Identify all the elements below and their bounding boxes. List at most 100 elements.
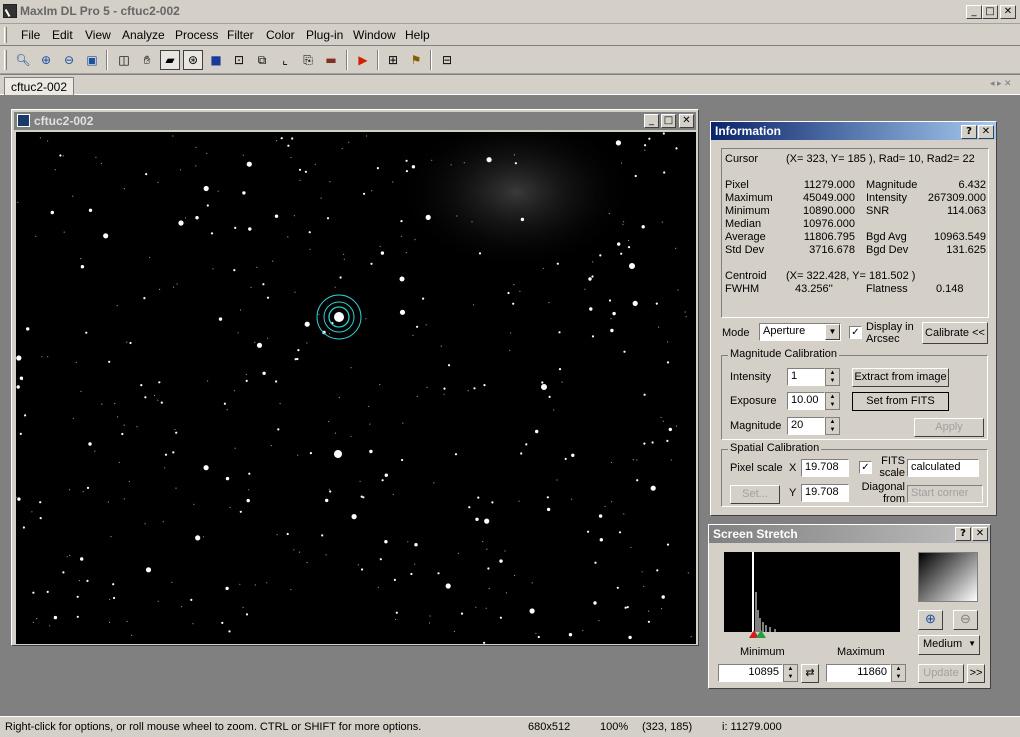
tab-cftuc2-002[interactable]: cftuc2-002 — [4, 77, 75, 95]
tab-scroll-arrows-icon[interactable]: ◂ ▸ ✕ — [990, 78, 1012, 89]
telescope-icon[interactable]: ⚑ — [406, 50, 426, 70]
maximum-marker-icon[interactable] — [756, 630, 766, 638]
menu-process[interactable]: Process — [175, 28, 218, 42]
screen-stretch-icon[interactable]: ■ — [206, 50, 226, 70]
minimum-spinner[interactable]: ▲ ▼ — [783, 664, 798, 682]
overlay-icon[interactable]: ⧉ — [252, 50, 272, 70]
set-from-fits-button[interactable]: Set from FITS — [852, 392, 949, 411]
zoom-icon[interactable]: 🔍︎ — [13, 50, 33, 70]
maximize-icon[interactable]: □ — [661, 114, 676, 128]
information-icon[interactable]: ⊡ — [229, 50, 249, 70]
status-coords: (323, 185) — [642, 721, 693, 733]
image-view-icon[interactable]: ▰ — [160, 50, 180, 70]
menu-view[interactable]: View — [85, 28, 111, 42]
magnitude-label: Magnitude — [730, 420, 782, 432]
zoom-in-icon[interactable]: ⊕ — [918, 610, 943, 630]
pixel-scale-x-input[interactable]: 19.708 — [801, 459, 849, 477]
pixel-scale-y-input[interactable]: 19.708 — [801, 484, 849, 502]
update-button[interactable]: Update — [918, 664, 964, 683]
apply-button[interactable]: Apply — [914, 418, 984, 437]
status-zoom: 100% — [600, 721, 629, 733]
status-image-size: 680x512 — [528, 721, 571, 733]
intensity-input[interactable]: 1 — [787, 368, 825, 386]
stat-value: 10963.549 — [934, 231, 986, 243]
stat-label: Bgd Dev — [866, 244, 909, 256]
magnitude-calibration-group: Magnitude Calibration Intensity 1 ▲ ▼ Ext… — [721, 348, 988, 440]
stretch-preview — [918, 552, 978, 602]
magnitude-calibration-legend: Magnitude Calibration — [728, 348, 840, 360]
menu-plugin[interactable]: Plug-in — [306, 28, 343, 42]
maximum-input[interactable]: 11860 — [826, 664, 891, 682]
stat-label: Intensity — [866, 192, 907, 204]
minimize-icon[interactable]: _ — [644, 114, 659, 128]
crosshair-icon[interactable]: ⊛ — [183, 50, 203, 70]
close-icon[interactable]: ✕ — [1000, 5, 1016, 19]
grid-icon[interactable]: ⊞ — [383, 50, 403, 70]
pan-hand-icon[interactable]: ✋︎ — [137, 50, 157, 70]
swap-icon[interactable]: ⇄ — [801, 664, 819, 683]
zoom-out-icon[interactable]: ⊖ — [59, 50, 79, 70]
close-icon[interactable]: ✕ — [978, 125, 994, 139]
extract-from-image-button[interactable]: Extract from image — [852, 368, 949, 387]
maximize-icon[interactable]: □ — [982, 5, 998, 19]
stretch-mode-select[interactable]: Medium ▼ — [918, 635, 980, 655]
stat-label: Std Dev — [725, 244, 765, 256]
fwhm-value: 43.256'' — [795, 283, 833, 295]
fits-scale-value[interactable]: calculated — [907, 459, 979, 477]
stat-value: 267309.000 — [927, 192, 986, 204]
info-readout: Cursor (X= 323, Y= 185 ), Rad= 10, Rad2=… — [721, 148, 989, 318]
mode-label: Mode — [722, 327, 750, 339]
menu-color[interactable]: Color — [266, 28, 295, 42]
fwhm-label: FWHM — [725, 283, 760, 295]
camera-icon[interactable]: ▬ — [321, 50, 341, 70]
zoom-out-icon[interactable]: ⊖ — [953, 610, 978, 630]
maximum-spinner[interactable]: ▲ ▼ — [891, 664, 906, 682]
layout-icon[interactable]: ⊟ — [437, 50, 457, 70]
toolbar-separator — [430, 50, 432, 70]
status-hint: Right-click for options, or roll mouse w… — [5, 721, 422, 733]
magnitude-input[interactable]: 20 — [787, 417, 825, 435]
menu-filter[interactable]: Filter — [227, 28, 254, 42]
star-field-image[interactable] — [16, 132, 696, 644]
set-button[interactable]: Set... — [730, 485, 780, 504]
minimize-icon[interactable]: _ — [966, 5, 982, 19]
toolbar: 🔍︎ ⊕ ⊖ ▣ ◫ ✋︎ ▰ ⊛ ■ ⊡ ⧉ ⌞ ⎘ ▬ ▶ ⊞ ⚑ ⊟ — [0, 46, 1020, 74]
stat-value: 10890.000 — [803, 205, 855, 217]
close-icon[interactable]: ✕ — [972, 527, 988, 541]
close-icon[interactable]: ✕ — [679, 114, 694, 128]
minimum-label: Minimum — [740, 646, 785, 658]
graph-icon[interactable]: ⌞ — [275, 50, 295, 70]
toolbar-grip — [4, 27, 7, 43]
menu-edit[interactable]: Edit — [52, 28, 73, 42]
calibrate-button[interactable]: Calibrate << — [922, 322, 988, 344]
stack-icon[interactable]: ⎘ — [298, 50, 318, 70]
flip-icon[interactable]: ◫ — [114, 50, 134, 70]
stat-value: 131.625 — [946, 244, 986, 256]
menu-help[interactable]: Help — [405, 28, 430, 42]
exposure-spinner[interactable]: ▲ ▼ — [825, 392, 840, 410]
zoom-fit-icon[interactable]: ▣ — [82, 50, 102, 70]
image-window-title: cftuc2-002 — [34, 114, 94, 128]
cursor-label: Cursor — [725, 153, 759, 165]
display-arcsec-checkbox[interactable]: ✓ — [849, 326, 862, 339]
diagonal-from-select[interactable]: Start corner — [907, 485, 983, 503]
menu-analyze[interactable]: Analyze — [122, 28, 165, 42]
menu-file[interactable]: File — [21, 28, 40, 42]
histogram-chart[interactable] — [724, 552, 900, 632]
exposure-input[interactable]: 10.00 — [787, 392, 825, 410]
chevron-down-icon[interactable]: ▼ — [825, 324, 840, 340]
more-button[interactable]: >> — [967, 664, 985, 683]
toolbar-grip — [4, 50, 7, 70]
minimum-input[interactable]: 10895 — [718, 664, 783, 682]
help-icon[interactable]: ? — [955, 527, 971, 541]
cursor-value: (X= 323, Y= 185 ), Rad= 10, Rad2= 22 — [786, 153, 975, 165]
fits-scale-checkbox[interactable]: ✓ — [859, 461, 872, 474]
help-icon[interactable]: ? — [961, 125, 977, 139]
zoom-in-icon[interactable]: ⊕ — [36, 50, 56, 70]
spatial-calibration-group: Spatial Calibration Pixel scale X 19.708… — [721, 442, 988, 507]
image-doc-icon — [17, 114, 30, 127]
intensity-spinner[interactable]: ▲ ▼ — [825, 368, 840, 386]
play-icon[interactable]: ▶ — [353, 50, 373, 70]
menu-window[interactable]: Window — [353, 28, 396, 42]
magnitude-spinner[interactable]: ▲ ▼ — [825, 417, 840, 435]
